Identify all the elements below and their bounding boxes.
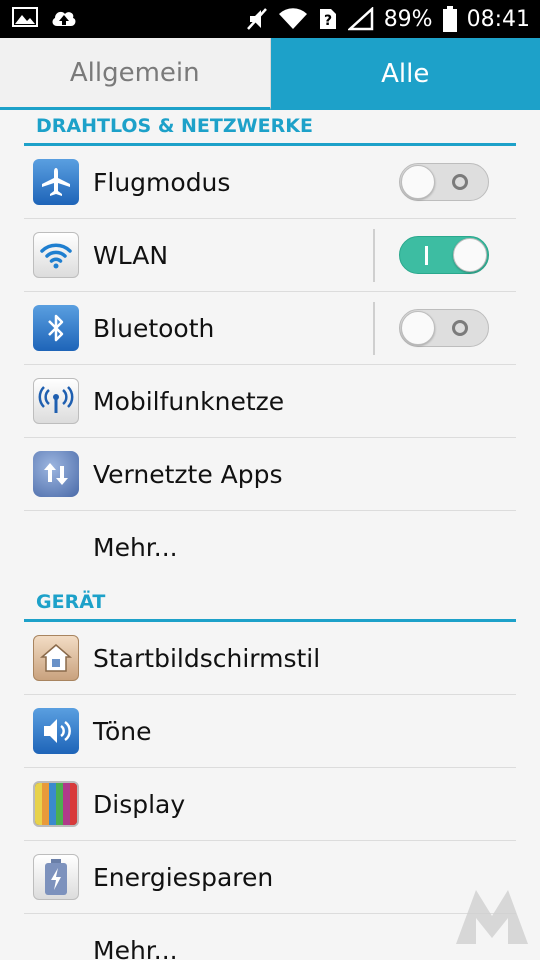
- setting-label: Mehr...: [93, 936, 178, 960]
- setting-row-mehr[interactable]: Mehr...: [24, 511, 516, 584]
- image-icon: [12, 6, 38, 28]
- airplane-icon: [33, 159, 79, 205]
- battery-icon: [442, 6, 457, 32]
- bluetooth-icon: [33, 305, 79, 351]
- toggle-on-mark: [425, 246, 428, 265]
- setting-row-display[interactable]: Display: [24, 768, 516, 841]
- setting-row-toene[interactable]: Töne: [24, 695, 516, 768]
- wlan-toggle[interactable]: [399, 236, 489, 274]
- clock: 08:41: [466, 6, 530, 32]
- toggle-knob: [401, 165, 435, 199]
- row-divider: [373, 302, 375, 355]
- setting-label: Startbildschirmstil: [93, 643, 321, 673]
- toggle-knob: [453, 238, 487, 272]
- setting-row-flugmodus[interactable]: Flugmodus: [24, 146, 516, 219]
- sim-unknown-icon: ?: [318, 7, 338, 31]
- setting-label: WLAN: [93, 240, 169, 270]
- setting-row-mobilfunknetze[interactable]: Mobilfunknetze: [24, 365, 516, 438]
- section-device: GERÄT Startbildschirmstil Töne Display E…: [24, 586, 516, 960]
- setting-row-bluetooth[interactable]: Bluetooth: [24, 292, 516, 365]
- setting-row-energiesparen[interactable]: Energiesparen: [24, 841, 516, 914]
- setting-label: Vernetzte Apps: [93, 459, 283, 489]
- setting-label: Display: [93, 789, 186, 819]
- toggle-knob: [401, 311, 435, 345]
- signal-icon: [347, 7, 374, 31]
- setting-label: Flugmodus: [93, 167, 231, 197]
- setting-row-vernetzte-apps[interactable]: Vernetzte Apps: [24, 438, 516, 511]
- status-bar: ? 89% 08:41: [0, 0, 540, 38]
- watermark-logo: [454, 886, 530, 946]
- battery-bolt-icon: [33, 854, 79, 900]
- tab-allgemein[interactable]: Allgemein: [0, 38, 271, 110]
- mute-icon: [246, 7, 268, 31]
- setting-label: Energiesparen: [93, 862, 274, 892]
- speaker-icon: [33, 708, 79, 754]
- toggle-off-mark: [452, 174, 468, 190]
- display-icon: [33, 781, 79, 827]
- home-icon: [33, 635, 79, 681]
- toggle-off-mark: [452, 320, 468, 336]
- setting-row-wlan[interactable]: WLAN: [24, 219, 516, 292]
- svg-text:?: ?: [324, 13, 332, 29]
- flugmodus-toggle[interactable]: [399, 163, 489, 201]
- row-divider: [373, 229, 375, 282]
- section-wireless: DRAHTLOS & NETZWERKE Flugmodus WLAN Blue…: [24, 110, 516, 584]
- battery-percent: 89%: [383, 6, 433, 32]
- setting-label: Mehr...: [93, 533, 178, 562]
- section-title-wireless: DRAHTLOS & NETZWERKE: [24, 110, 516, 146]
- wifi-icon: [278, 7, 308, 31]
- setting-label: Bluetooth: [93, 313, 215, 343]
- cloud-upload-icon: [50, 6, 78, 28]
- setting-row-startbildschirmstil[interactable]: Startbildschirmstil: [24, 622, 516, 695]
- wifi-icon: [33, 232, 79, 278]
- setting-label: Mobilfunknetze: [93, 386, 285, 416]
- section-title-device: GERÄT: [24, 586, 516, 622]
- setting-label: Töne: [93, 716, 152, 746]
- antenna-icon: [33, 378, 79, 424]
- tab-alle[interactable]: Alle: [270, 38, 540, 110]
- tab-bar: Allgemein Alle: [0, 38, 540, 110]
- globe-transfer-icon: [33, 451, 79, 497]
- bluetooth-toggle[interactable]: [399, 309, 489, 347]
- setting-row-mehr[interactable]: Mehr...: [24, 914, 516, 960]
